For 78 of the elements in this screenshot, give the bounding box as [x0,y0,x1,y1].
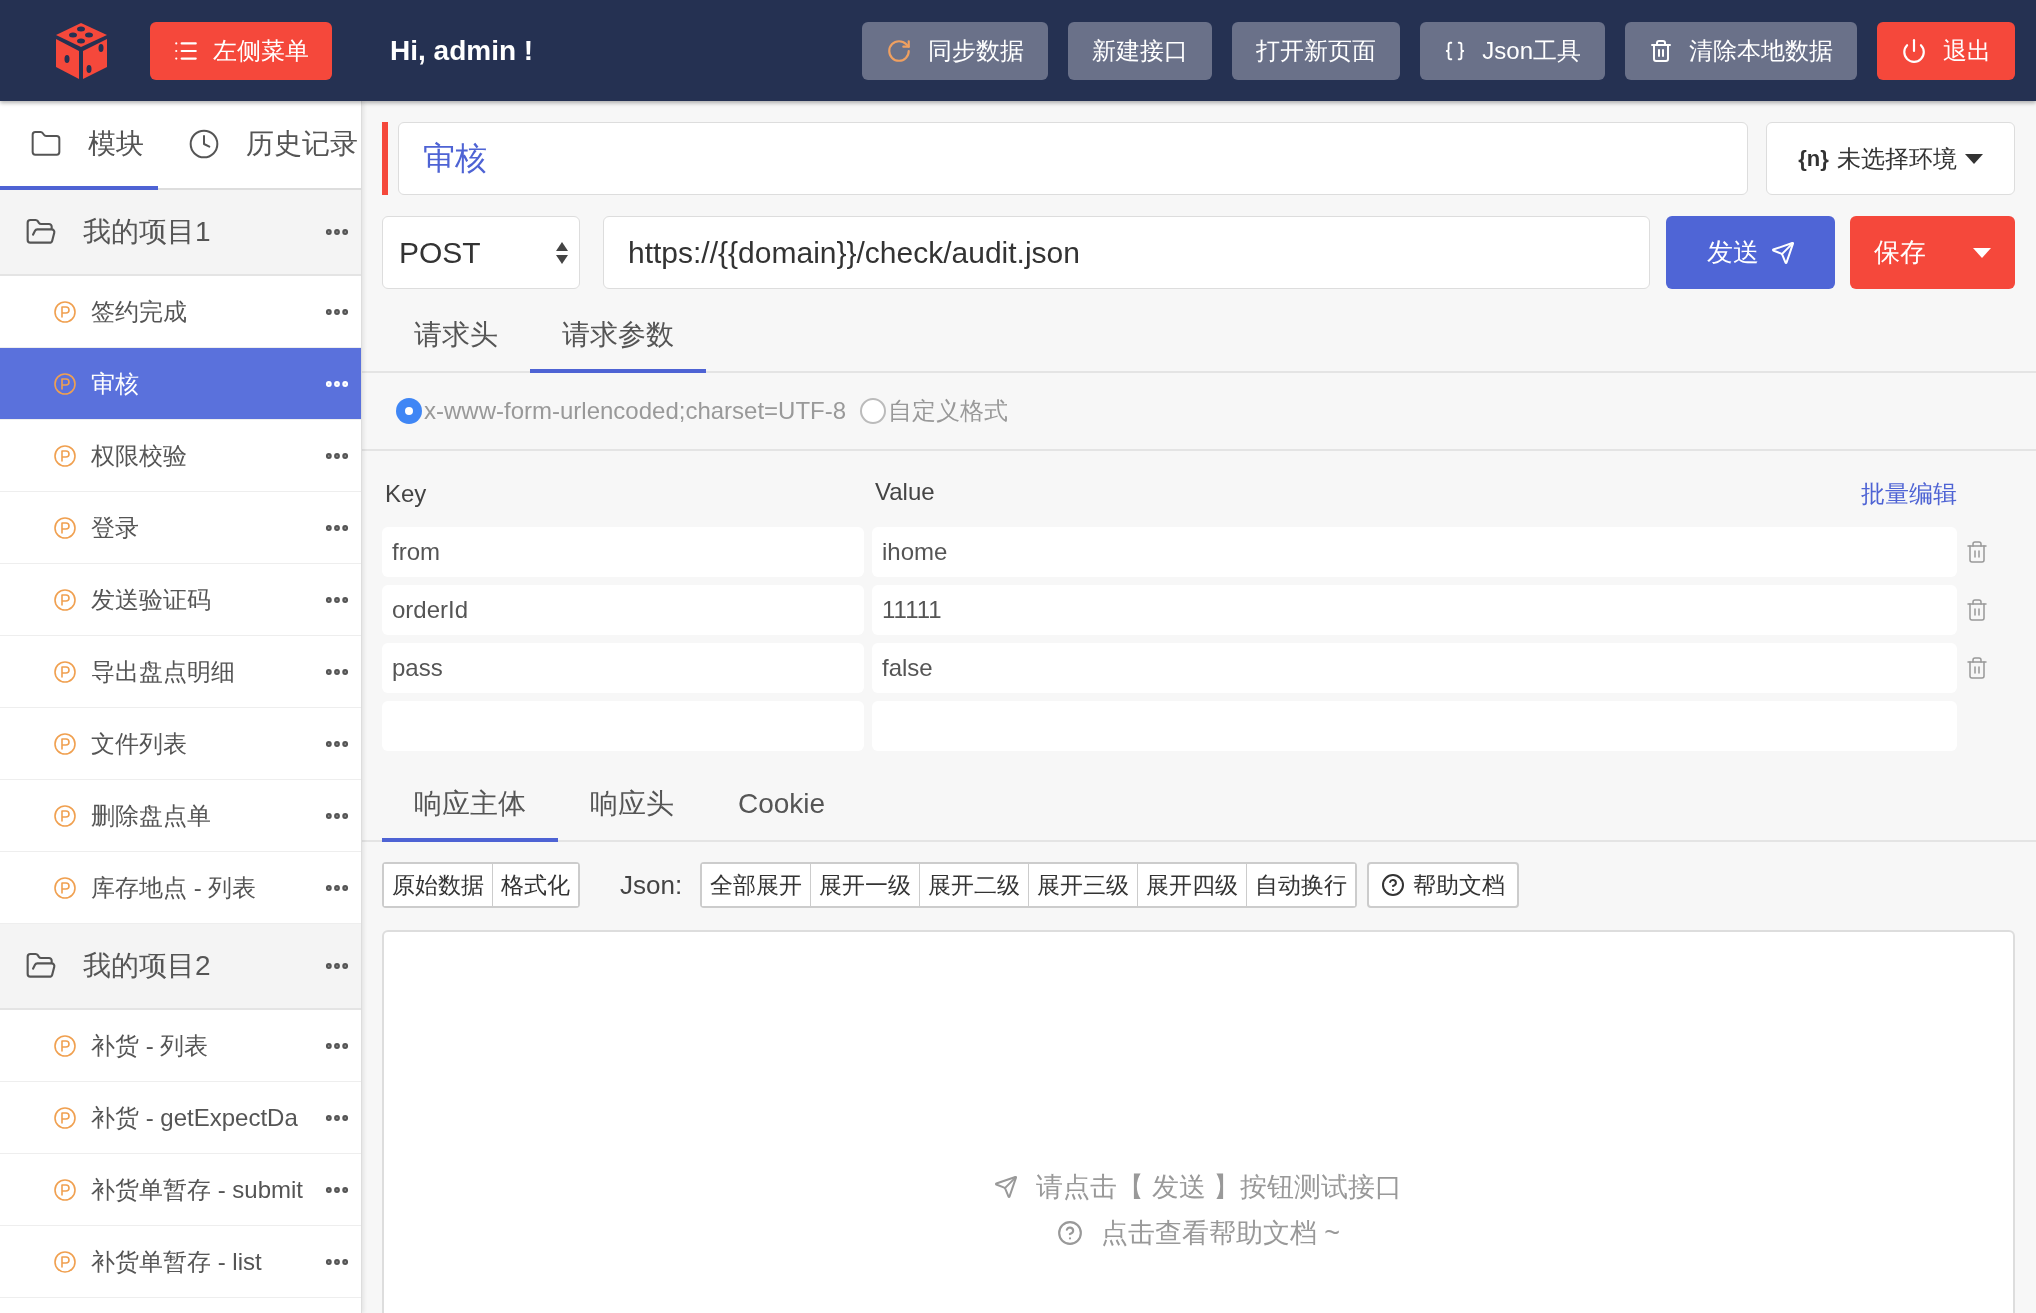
side-menu-button[interactable]: 左侧菜单 [150,21,332,80]
dice-logo-icon [53,20,110,81]
toolbar-button[interactable]: 新建接口 [1068,21,1213,80]
trash-icon [1649,38,1673,63]
url-field[interactable]: https://{{domain}}/check/audit.json [603,216,1650,289]
api-item[interactable]: 登录 [0,492,361,564]
parking-circle-icon [53,515,77,540]
parking-circle-icon [53,875,77,900]
column-header: Value [874,478,935,507]
key-field[interactable]: pass [382,643,864,693]
project-row[interactable]: 我的项目2 [0,924,361,1010]
key-field[interactable]: from [382,527,864,577]
help-button[interactable]: 帮助文档 [1367,862,1520,908]
send-icon [994,1175,1019,1199]
power-icon [1901,37,1927,64]
api-item[interactable]: 发送验证码 [0,564,361,636]
api-item[interactable]: 文件列表 [0,708,361,780]
send-button[interactable]: 发送 [1666,216,1835,289]
parking-circle-icon [53,731,77,756]
key-field[interactable]: orderId [382,585,864,635]
view-button[interactable]: 格式化 [492,864,578,906]
parking-circle-icon [53,1105,77,1130]
column-header: Key [384,480,428,508]
bulk-edit-link[interactable]: 批量编辑 [1861,478,1957,510]
method-select[interactable]: POST [382,216,580,289]
braces-icon [1444,39,1467,62]
parking-circle-icon [53,299,77,324]
hint-text: 请点击【 发送 】按钮测试接口 [1036,1171,1403,1204]
refresh-icon [886,37,913,64]
help-icon [1056,1220,1083,1246]
save-button[interactable]: 保存 [1850,216,2015,289]
api-item[interactable]: 库存地点 - 列表 [0,852,361,924]
parking-circle-icon [53,1249,77,1274]
project-row[interactable]: 我的项目1 [0,190,361,276]
project-name: 我的项目2 [83,949,212,983]
clock-icon [188,127,220,160]
greeting: Hi, admin ! [390,34,534,67]
name-field[interactable]: 审核 [398,122,1748,195]
radio-button[interactable] [860,398,887,424]
api-item[interactable]: 审核 [0,348,361,420]
api-item[interactable]: 权限校验 [0,420,361,492]
api-item[interactable]: 补货 - 列表 [0,1010,361,1082]
parking-circle-icon [53,443,77,468]
sidebar-tab[interactable]: 历史记录 [158,101,361,190]
logout-button[interactable]: 退出 [1877,21,2015,80]
response-tab[interactable]: 响应头 [558,769,706,842]
parking-circle-icon [53,803,77,828]
caret-icon [1964,153,1983,164]
api-item[interactable]: 导出盘点明细 [0,636,361,708]
api-item[interactable]: 签约完成 [0,276,361,348]
toolbar-button[interactable]: 打开新页面 [1232,21,1401,80]
help-icon [1381,873,1406,897]
toolbar-button[interactable]: 同步数据 [862,21,1049,80]
radio-button[interactable] [396,398,422,424]
expand-button[interactable]: 自动换行 [1246,864,1356,906]
toolbar-button[interactable]: Json工具 [1420,21,1605,80]
parking-circle-icon [53,1033,77,1058]
api-item[interactable]: 补货单暂存 - list [0,1226,361,1298]
response-tab[interactable]: 响应主体 [382,769,558,842]
api-item[interactable]: 补货单暂存 - submit [0,1154,361,1226]
api-item[interactable]: 删除盘点单 [0,780,361,852]
project-name: 我的项目1 [83,215,212,249]
request-tab[interactable]: 请求参数 [530,300,706,373]
api-item[interactable]: 补货 - getExpectDa [0,1082,361,1154]
parking-circle-icon [53,371,77,396]
environment-select[interactable]: {n} 未选择环境 [1766,122,2015,195]
parking-circle-icon [53,659,77,684]
parking-circle-icon [53,1177,77,1202]
toolbar-button[interactable]: 清除本地数据 [1625,21,1857,80]
caret-icon [1973,247,1991,258]
json-label: Json: [620,869,683,901]
request-tab[interactable]: 请求头 [382,300,530,373]
value-field[interactable]: 11111 [872,585,1957,635]
response-tab[interactable]: Cookie [706,769,858,842]
parking-circle-icon [53,587,77,612]
send-icon [1770,240,1795,265]
value-field[interactable]: ihome [872,527,1957,577]
value-field[interactable]: false [872,643,1957,693]
